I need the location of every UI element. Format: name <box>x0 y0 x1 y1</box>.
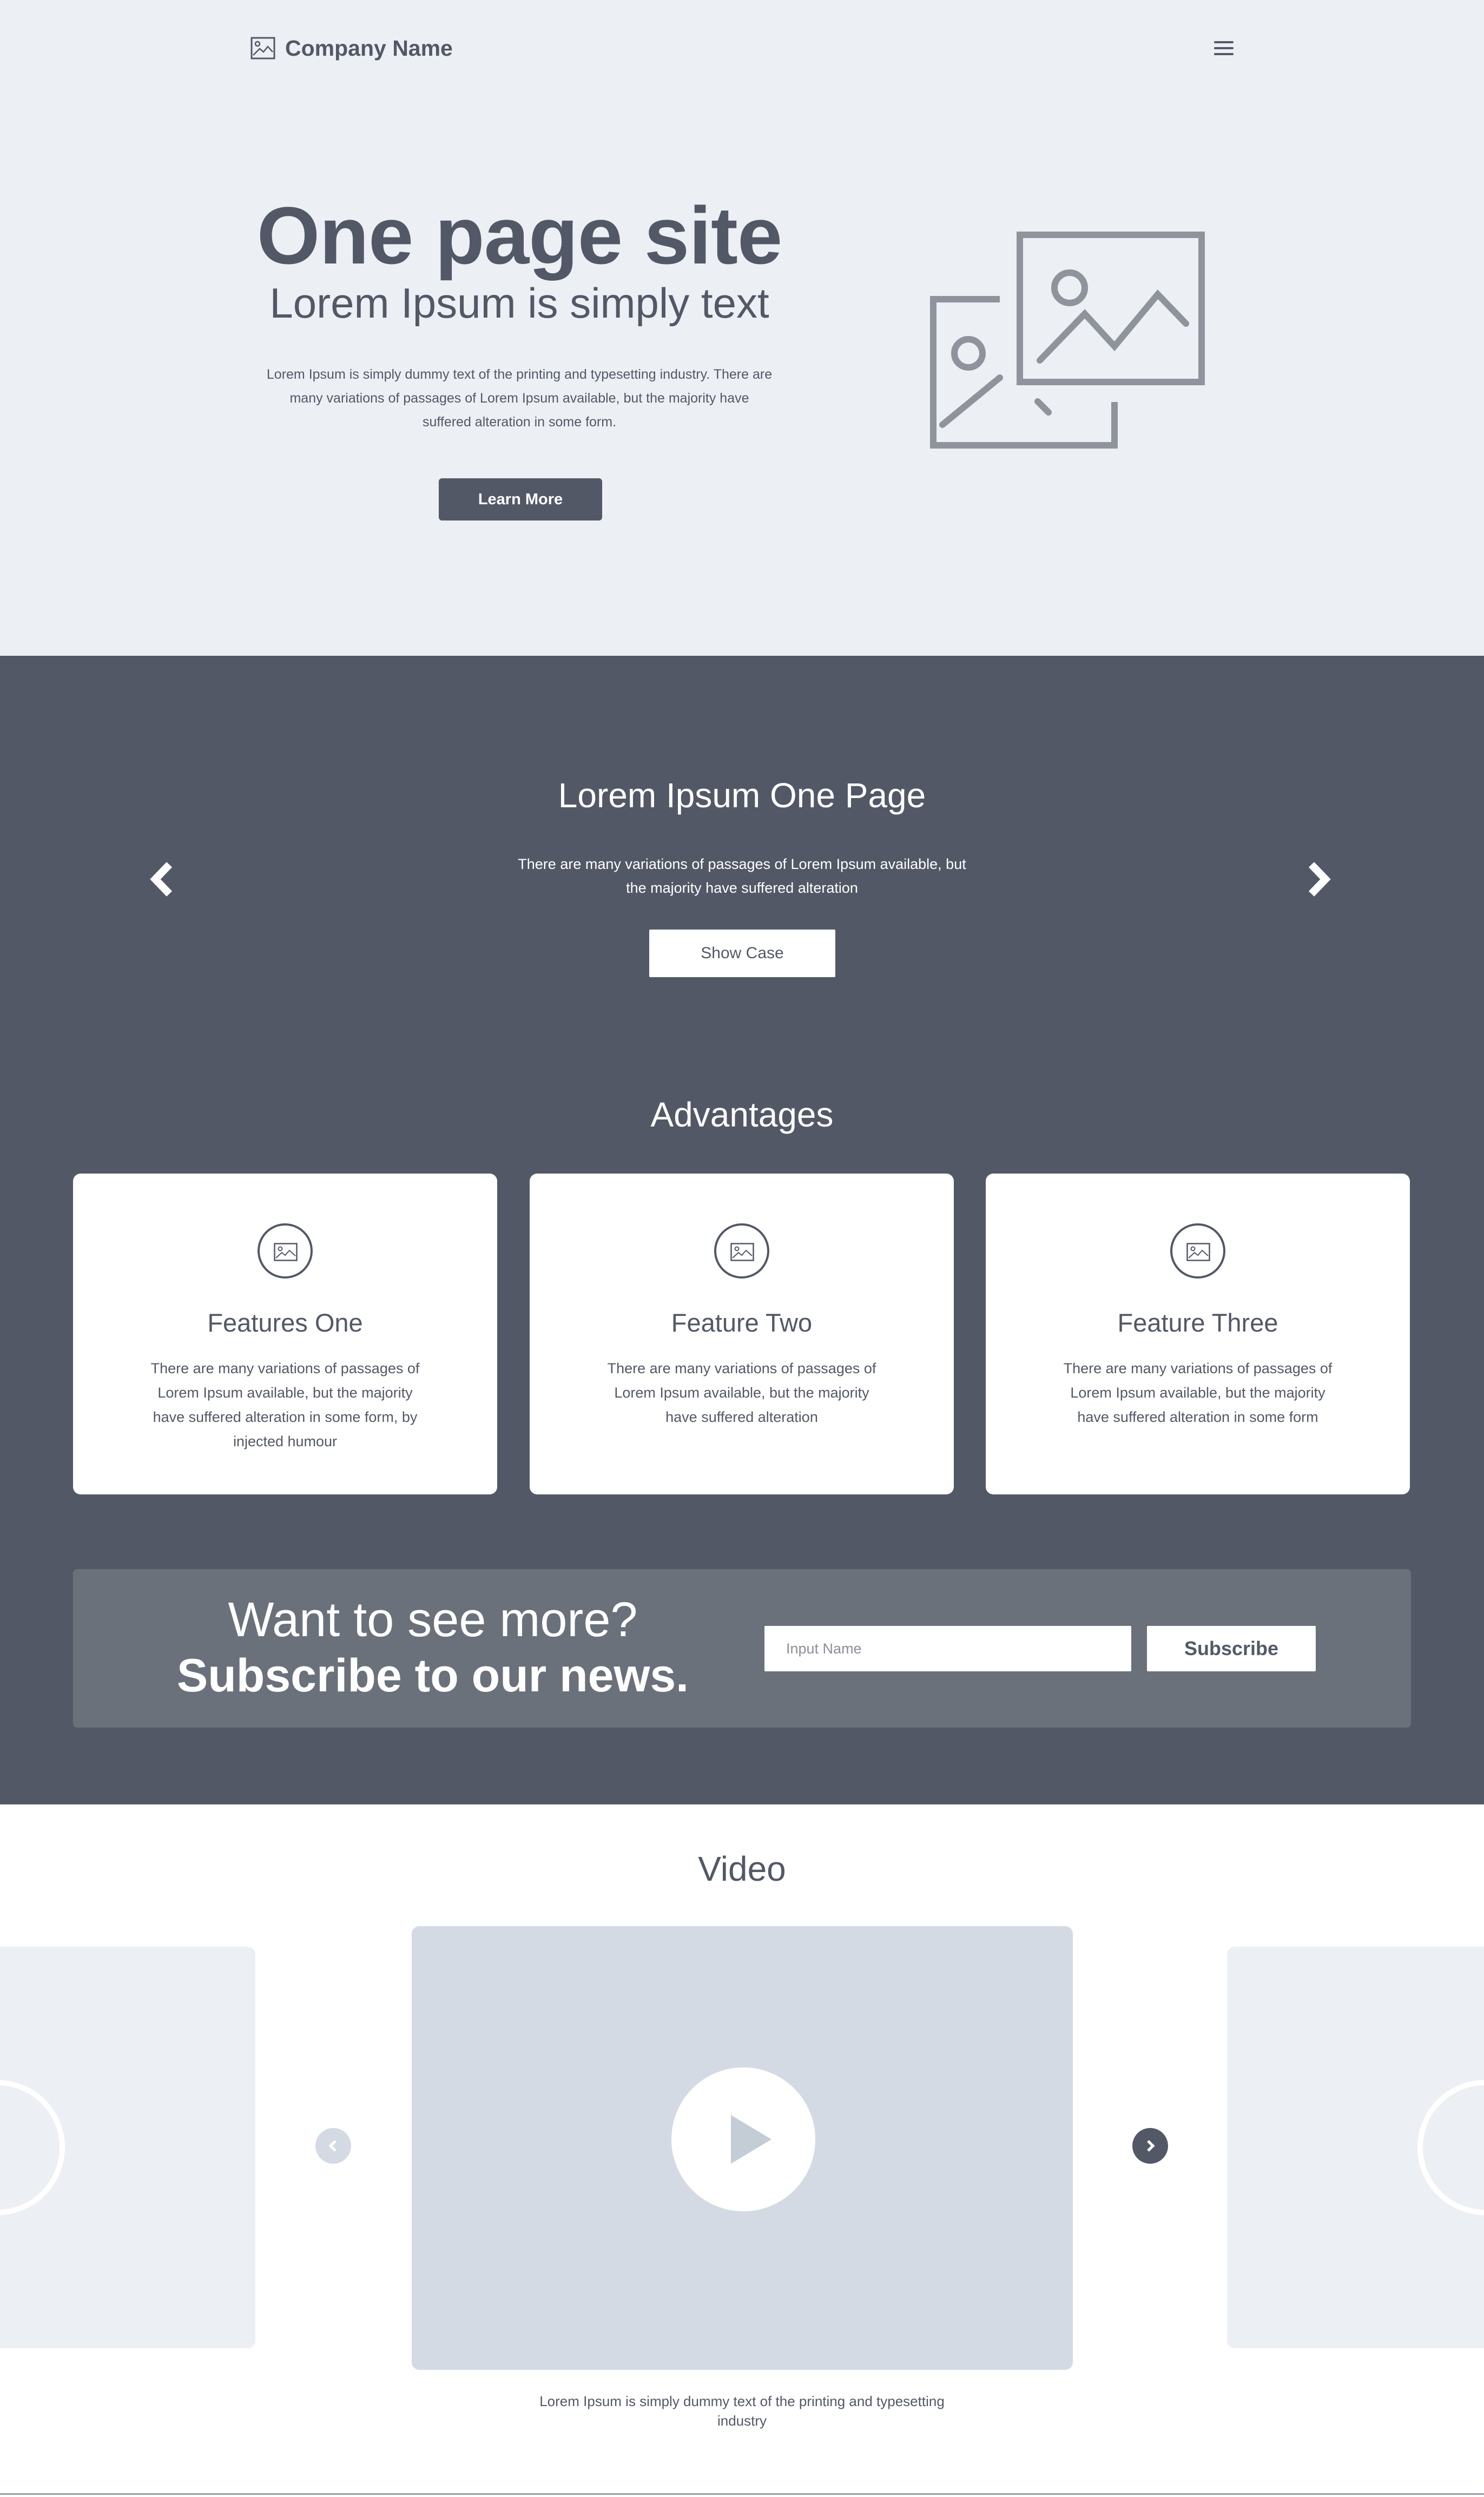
hero-title: One page site <box>256 190 783 281</box>
feature-description: There are many variations of passages of… <box>150 1360 420 1450</box>
video-prev-button[interactable] <box>315 2128 351 2164</box>
advantages-title: Advantages <box>650 1095 834 1134</box>
play-icon <box>731 2115 771 2164</box>
subscribe-heading: Want to see more? <box>228 1593 638 1647</box>
feature-title: Feature Two <box>671 1308 813 1337</box>
feature-card[interactable]: Feature Two There are many variations of… <box>530 1174 954 1494</box>
feature-description: There are many variations of passages of… <box>607 1360 876 1425</box>
logo-image-icon[interactable] <box>250 37 275 60</box>
feature-card[interactable]: Feature Three There are many variations … <box>986 1174 1410 1494</box>
play-icon <box>0 2080 65 2215</box>
video-card-previous[interactable] <box>0 1947 255 2348</box>
chevron-right-icon[interactable] <box>1304 860 1331 898</box>
show-case-button[interactable]: Show Case <box>649 930 835 977</box>
image-icon <box>714 1223 769 1279</box>
feature-card[interactable]: Features One There are many variations o… <box>73 1174 497 1494</box>
image-placeholder-icon <box>930 232 1205 449</box>
video-title: Video <box>698 1849 786 1888</box>
chevron-right-icon <box>1147 2140 1155 2152</box>
company-name[interactable]: Company Name <box>285 35 453 62</box>
video-card-next[interactable] <box>1227 1947 1484 2348</box>
subscribe-button[interactable]: Subscribe <box>1147 1626 1316 1671</box>
play-icon <box>1417 2080 1484 2215</box>
subscribe-subheading: Subscribe to our news. <box>176 1650 689 1702</box>
hero-description: Lorem Ipsum is simply dummy text of the … <box>266 367 773 430</box>
chevron-left-icon[interactable] <box>150 860 177 898</box>
name-input[interactable] <box>764 1626 1131 1671</box>
feature-title: Feature Three <box>1117 1308 1278 1337</box>
video-caption: Lorem Ipsum is simply dummy text of the … <box>539 2393 945 2429</box>
carousel-description: There are many variations of passages of… <box>518 856 966 896</box>
chevron-left-icon <box>328 2140 337 2152</box>
video-next-button[interactable] <box>1132 2128 1168 2164</box>
hero-subtitle: Lorem Ipsum is simply text <box>269 279 769 327</box>
image-icon <box>1170 1223 1225 1279</box>
learn-more-button[interactable]: Learn More <box>439 478 602 521</box>
footer-divider <box>0 2493 1484 2495</box>
image-icon <box>258 1223 313 1279</box>
video-player[interactable] <box>412 1926 1073 2370</box>
feature-description: There are many variations of passages of… <box>1063 1360 1333 1425</box>
play-button[interactable] <box>671 2067 815 2211</box>
hamburger-menu-icon[interactable] <box>1214 40 1234 56</box>
hero-section: Company Name One page site Lorem Ipsum i… <box>0 0 1484 656</box>
carousel-title: Lorem Ipsum One Page <box>558 776 926 815</box>
feature-title: Features One <box>207 1308 363 1337</box>
